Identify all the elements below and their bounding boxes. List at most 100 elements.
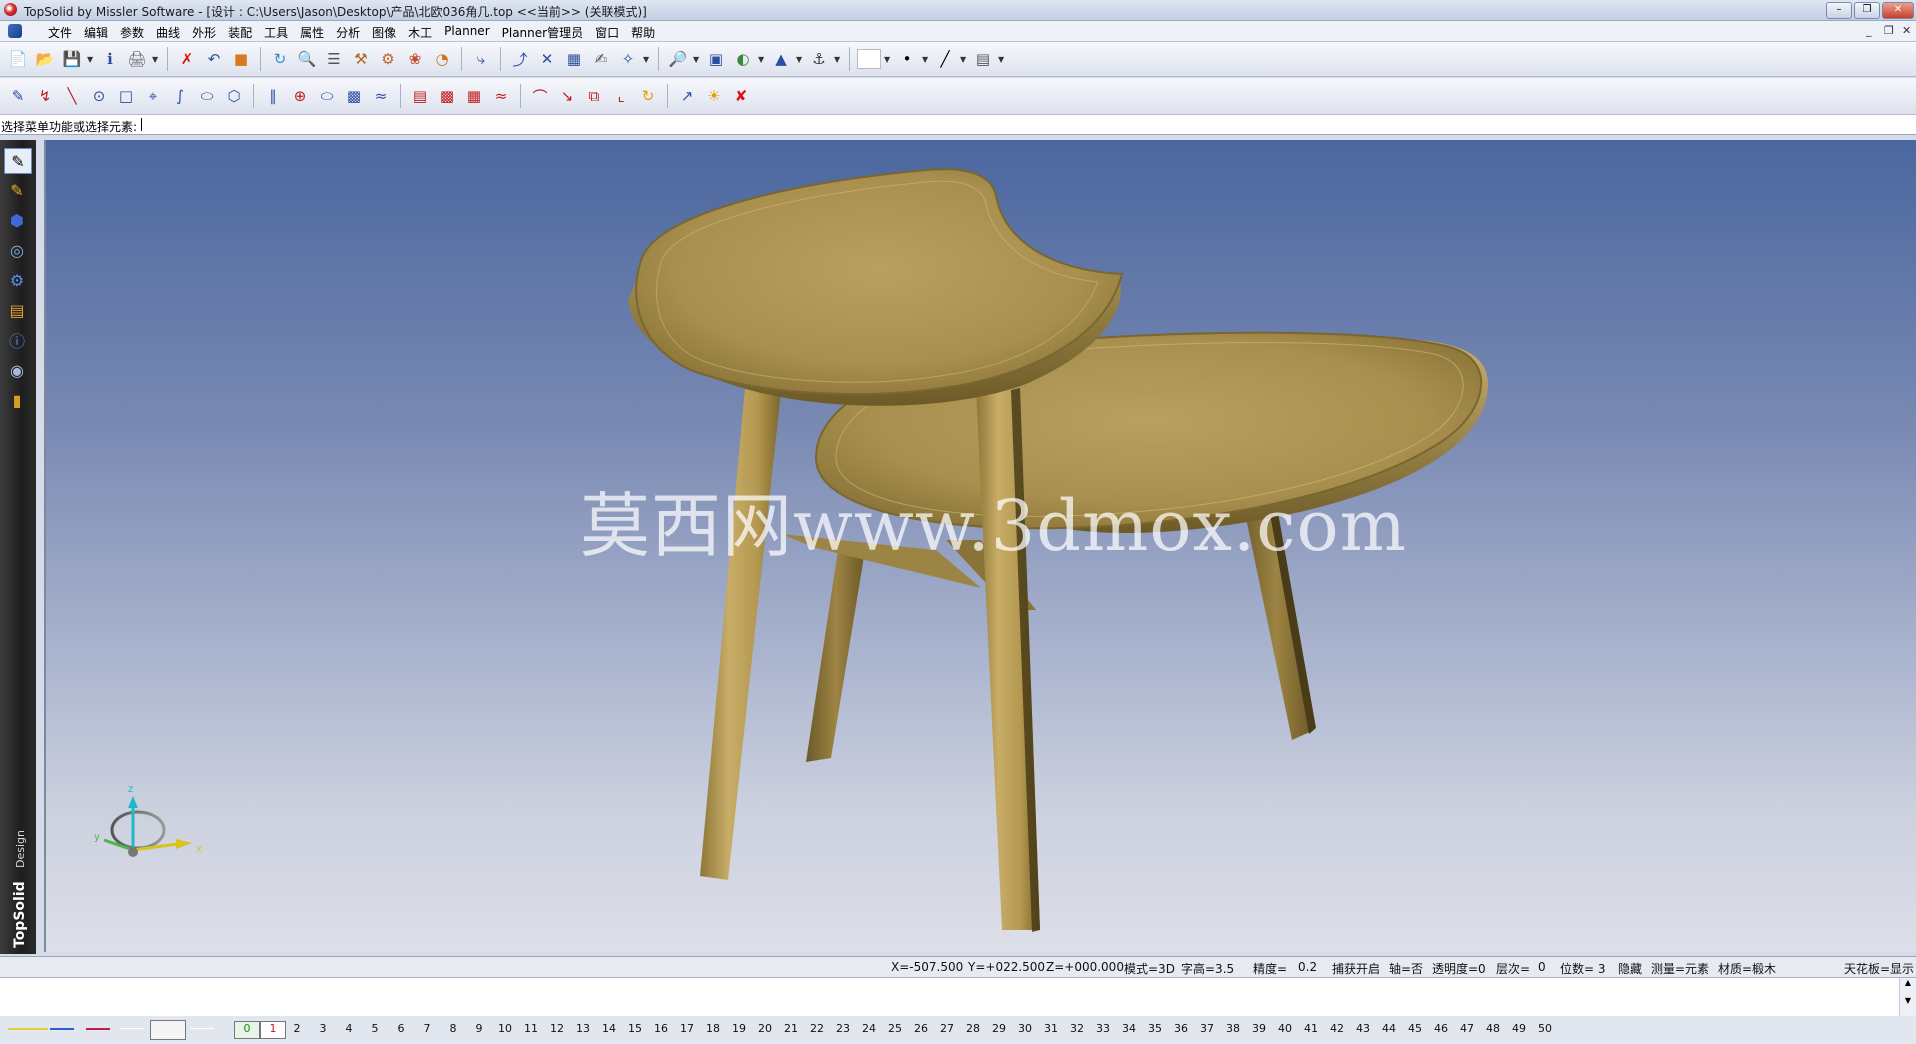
trim-icon[interactable]: ⌞ [609,84,633,108]
menu-parameters[interactable]: 参数 [114,24,150,41]
line-color-red[interactable] [86,1020,110,1038]
planner-mode-icon[interactable]: ▮ [4,388,30,412]
layer-number[interactable]: 30 [1012,1022,1038,1035]
sketch-mode-icon[interactable]: ✎ [4,148,32,174]
eraser-icon[interactable]: ■ [229,47,253,71]
ellipse-icon[interactable]: ⬭ [195,84,219,108]
zoom-all-icon[interactable]: ▣ [704,47,728,71]
center-point-icon[interactable]: ⊕ [288,84,312,108]
menu-planner[interactable]: Planner [438,24,495,41]
modify-icon[interactable]: ☀ [702,84,726,108]
menu-help[interactable]: 帮助 [625,24,661,41]
layer-number[interactable]: 47 [1454,1022,1480,1035]
status-material[interactable]: 材质=椴木 [1718,960,1776,977]
message-area[interactable]: ▲ ▼ [0,977,1916,1017]
sketch-icon[interactable]: ✎ [6,84,30,108]
properties-icon[interactable]: ☰ [322,47,346,71]
layer-number[interactable]: 36 [1168,1022,1194,1035]
status-measure[interactable]: 测量=元素 [1651,960,1709,977]
close-button[interactable]: ✕ [1882,2,1914,19]
layer-number[interactable]: 43 [1350,1022,1376,1035]
back-leg-left[interactable] [806,544,866,762]
save-dropdown-icon[interactable]: ▼ [87,55,95,64]
tools-mode-icon[interactable]: ⚙ [4,268,30,292]
layer-number[interactable]: 15 [622,1022,648,1035]
layer-number[interactable]: 19 [726,1022,752,1035]
menu-window[interactable]: 窗口 [589,24,625,41]
point-icon[interactable]: ↯ [33,84,57,108]
anchor-dropdown-icon[interactable]: ▼ [834,55,842,64]
copy-icon[interactable]: ⧉ [582,84,606,108]
line-style-icon[interactable]: ╱ [933,47,957,71]
fillet-icon[interactable]: ⌒ [528,84,552,108]
polygon-icon[interactable]: ⬡ [222,84,246,108]
render-dropdown-icon[interactable]: ▼ [758,55,766,64]
pen-tool-icon[interactable]: ✍ [589,47,613,71]
layer-number[interactable]: 46 [1428,1022,1454,1035]
rotate-icon[interactable]: ↻ [636,84,660,108]
hatch-lines-icon[interactable]: ▤ [408,84,432,108]
redraw-icon[interactable]: ↻ [268,47,292,71]
command-line[interactable]: 选择菜单功能或选择元素: [0,115,1916,135]
color-swatch-icon[interactable] [857,47,881,71]
curves-mode-icon[interactable]: ✎ [4,178,30,202]
status-mode[interactable]: 模式=3D [1124,960,1175,977]
layer-number[interactable]: 25 [882,1022,908,1035]
layer-number[interactable]: 4 [336,1022,362,1035]
select-icon[interactable]: ⤴ [508,47,532,71]
view-icon[interactable]: 🔍 [295,47,319,71]
spring-icon[interactable]: ≈ [489,84,513,108]
layer-number[interactable]: 5 [362,1022,388,1035]
restore-button[interactable]: ❐ [1854,2,1880,19]
spline-icon[interactable]: ∫ [168,84,192,108]
layer-number[interactable]: 24 [856,1022,882,1035]
status-ceiling[interactable]: 天花板=显示 [1844,960,1914,977]
status-hidden[interactable]: 隐藏 [1618,960,1642,977]
new-file-icon[interactable]: 📄 [6,47,30,71]
menu-curves[interactable]: 曲线 [150,24,186,41]
hammer-icon[interactable]: ⚒ [349,47,373,71]
line-color-blue[interactable] [50,1020,74,1038]
extend-icon[interactable]: ↗ [675,84,699,108]
analysis-mode-icon[interactable]: ◉ [4,358,30,382]
message-scrollbar[interactable]: ▲ ▼ [1899,978,1916,1016]
layer-number[interactable]: 33 [1090,1022,1116,1035]
remove-icon[interactable]: ✘ [729,84,753,108]
layer-number[interactable]: 41 [1298,1022,1324,1035]
line-color-white-2[interactable] [190,1020,214,1038]
menu-attributes[interactable]: 属性 [294,24,330,41]
render-icon[interactable]: ◐ [731,47,755,71]
point-style-dropdown-icon[interactable]: ▼ [922,55,930,64]
layer-number[interactable]: 8 [440,1022,466,1035]
chamfer-icon[interactable]: ↘ [555,84,579,108]
layer-number[interactable]: 7 [414,1022,440,1035]
hatch-icon[interactable]: ▤ [971,47,995,71]
zoom-icon[interactable]: 🔎 [666,47,690,71]
info-mode-icon[interactable]: ⓘ [4,328,30,352]
mdi-minimize-button[interactable]: _ [1866,24,1872,37]
menu-woodwork[interactable]: 木工 [402,24,438,41]
layer-0-current[interactable]: 0 [234,1021,260,1039]
shading-dropdown-icon[interactable]: ▼ [796,55,804,64]
open-folder-icon[interactable]: 📂 [33,47,57,71]
layer-number[interactable]: 13 [570,1022,596,1035]
layer-number[interactable]: 11 [518,1022,544,1035]
shapes-mode-icon[interactable]: ⬢ [4,208,30,232]
pick-icon[interactable]: ⤷ [469,47,493,71]
layer-number[interactable]: 26 [908,1022,934,1035]
layer-number[interactable]: 18 [700,1022,726,1035]
line-icon[interactable]: ╲ [60,84,84,108]
layer-number[interactable]: 3 [310,1022,336,1035]
line-style-box[interactable] [150,1020,186,1040]
color-dropdown-icon[interactable]: ▼ [884,55,892,64]
layer-number[interactable]: 34 [1116,1022,1142,1035]
layer-number[interactable]: 40 [1272,1022,1298,1035]
status-font-height[interactable]: 字高=3.5 [1181,960,1234,977]
layer-number[interactable]: 35 [1142,1022,1168,1035]
undo-icon[interactable]: ↶ [202,47,226,71]
construction-icon[interactable]: ✧ [616,47,640,71]
layer-number[interactable]: 29 [986,1022,1012,1035]
line-color-white[interactable] [120,1020,144,1038]
layer-number[interactable]: 32 [1064,1022,1090,1035]
menu-edit[interactable]: 编辑 [78,24,114,41]
